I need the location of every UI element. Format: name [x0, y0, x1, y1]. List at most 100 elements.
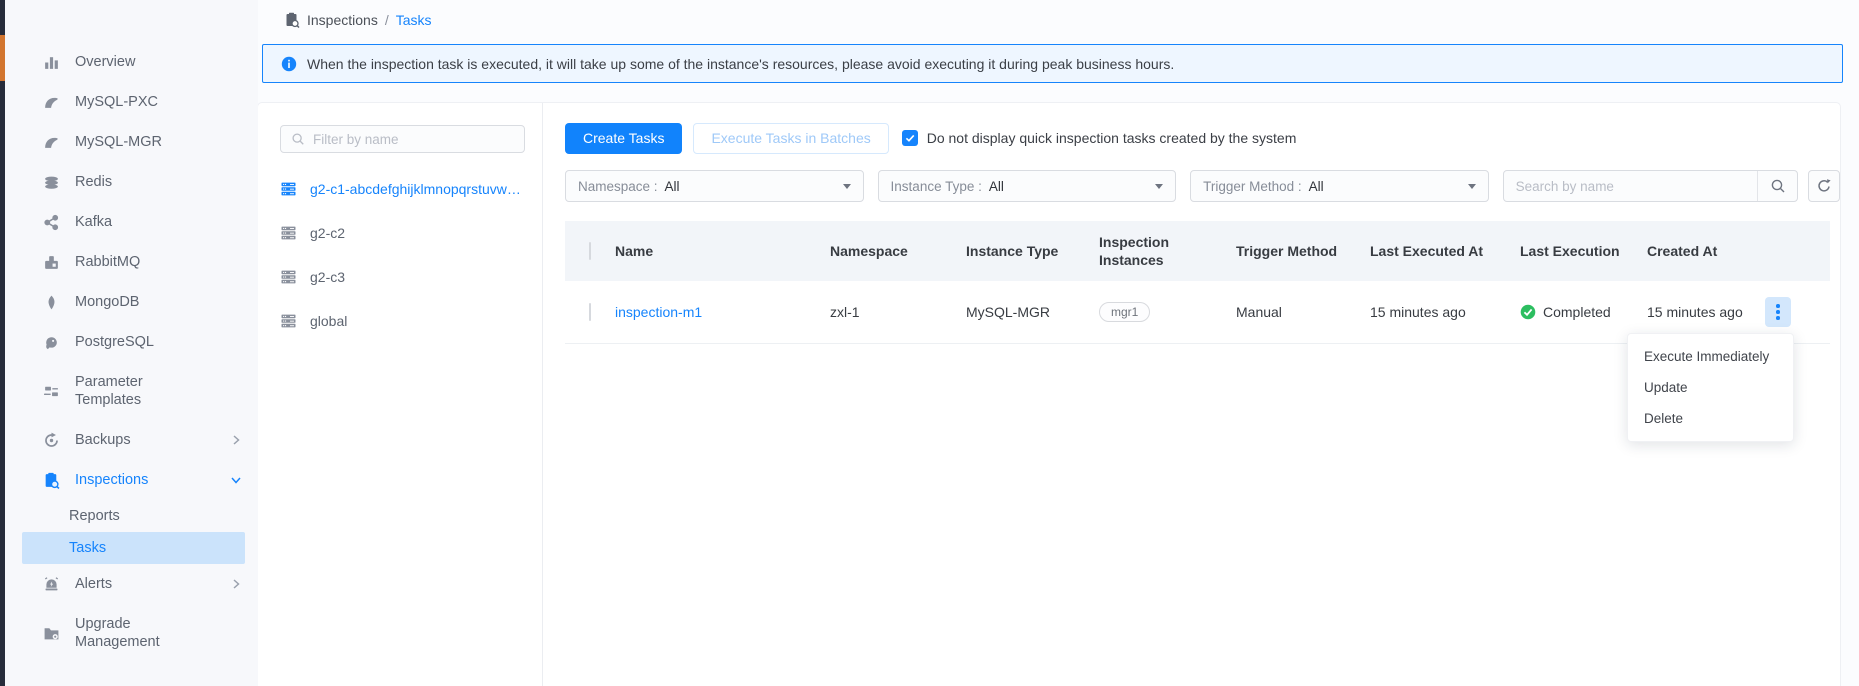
alerts-icon — [43, 576, 60, 593]
cluster-panel: g2-c1-abcdefghijklmnopqrstuvwx... g2-c2 … — [258, 103, 543, 686]
page: Overview MySQL-PXC MySQL-MGR Redis Kafka — [0, 0, 1859, 686]
success-check-icon — [1520, 304, 1536, 320]
hide-quick-tasks-checkbox[interactable]: Do not display quick inspection tasks cr… — [902, 130, 1297, 146]
mongodb-icon — [43, 294, 60, 311]
breadcrumb-section[interactable]: Inspections — [307, 12, 378, 28]
sidebar-item-inspections[interactable]: Inspections — [5, 460, 258, 500]
info-banner: When the inspection task is executed, it… — [262, 44, 1843, 83]
overview-icon — [43, 54, 60, 71]
sidebar-item-kafka[interactable]: Kafka — [5, 202, 258, 242]
cell-trigger-method: Manual — [1236, 304, 1370, 320]
caret-down-icon — [1155, 184, 1163, 189]
execute-tasks-in-batches-button[interactable]: Execute Tasks in Batches — [693, 123, 888, 154]
cell-instance-type: MySQL-MGR — [966, 304, 1099, 320]
inspections-icon — [284, 12, 300, 28]
sidebar-item-redis[interactable]: Redis — [5, 162, 258, 202]
search-by-name-box — [1503, 170, 1799, 202]
table-header: Name Namespace Instance Type Inspection … — [565, 221, 1830, 281]
sidebar-item-rabbitmq[interactable]: RabbitMQ — [5, 242, 258, 282]
chevron-down-icon — [230, 474, 242, 486]
sidebar-item-parameter-templates[interactable]: Parameter Templates — [5, 362, 258, 420]
sidebar-item-overview[interactable]: Overview — [5, 42, 258, 82]
trigger-method-select[interactable]: Trigger Method : All — [1190, 170, 1489, 202]
column-header-instance-type: Instance Type — [966, 242, 1099, 260]
caret-down-icon — [1468, 184, 1476, 189]
sidebar: Overview MySQL-PXC MySQL-MGR Redis Kafka — [5, 0, 258, 686]
sidebar-item-upgrade-management[interactable]: Upgrade Management — [5, 604, 258, 662]
column-header-last-executed-at: Last Executed At — [1370, 242, 1520, 260]
upgrade-management-icon — [43, 625, 60, 642]
create-tasks-button[interactable]: Create Tasks — [565, 123, 682, 154]
row-actions-menu-button[interactable] — [1765, 297, 1791, 327]
redis-icon — [43, 174, 60, 191]
info-banner-text: When the inspection task is executed, it… — [307, 56, 1174, 72]
tasks-table: Name Namespace Instance Type Inspection … — [565, 221, 1830, 344]
mysql-icon — [43, 134, 60, 151]
server-icon — [280, 225, 297, 241]
breadcrumb: Inspections / Tasks — [284, 9, 432, 31]
select-all-checkbox[interactable] — [589, 242, 591, 260]
status-badge: Completed — [1520, 304, 1647, 320]
rail-accent-marker — [0, 35, 5, 81]
cluster-filter — [280, 125, 525, 153]
sidebar-item-postgresql[interactable]: PostgreSQL — [5, 322, 258, 362]
namespace-select[interactable]: Namespace : All — [565, 170, 864, 202]
server-icon — [280, 313, 297, 329]
menu-item-execute-immediately[interactable]: Execute Immediately — [1628, 341, 1793, 372]
sidebar-item-mysql-pxc[interactable]: MySQL-PXC — [5, 82, 258, 122]
menu-item-delete[interactable]: Delete — [1628, 403, 1793, 434]
caret-down-icon — [843, 184, 851, 189]
cluster-item[interactable]: g2-c3 — [280, 255, 522, 299]
filters-row: Namespace : All Instance Type : All Trig… — [565, 170, 1840, 202]
cell-created-at: 15 minutes ago — [1647, 304, 1765, 320]
mysql-icon — [43, 94, 60, 111]
breadcrumb-separator: / — [385, 12, 389, 28]
menu-item-update[interactable]: Update — [1628, 372, 1793, 403]
sidebar-item-mysql-mgr[interactable]: MySQL-MGR — [5, 122, 258, 162]
sidebar-item-alerts[interactable]: Alerts — [5, 564, 258, 604]
server-icon — [280, 181, 297, 197]
checkbox-checked-icon — [902, 130, 918, 146]
cluster-filter-input[interactable] — [313, 132, 514, 147]
instance-badge: mgr1 — [1099, 302, 1150, 322]
instance-type-select[interactable]: Instance Type : All — [878, 170, 1177, 202]
cell-last-executed-at: 15 minutes ago — [1370, 304, 1520, 320]
search-button[interactable] — [1757, 171, 1797, 201]
refresh-button[interactable] — [1808, 170, 1840, 202]
info-icon — [281, 56, 297, 72]
column-header-created-at: Created At — [1647, 242, 1765, 260]
server-icon — [280, 269, 297, 285]
sidebar-item-reports[interactable]: Reports — [22, 500, 245, 532]
task-name-link[interactable]: inspection-m1 — [615, 304, 830, 320]
chevron-right-icon — [230, 434, 242, 446]
kafka-icon — [43, 214, 60, 231]
cell-namespace: zxl-1 — [830, 304, 966, 320]
checkbox-label: Do not display quick inspection tasks cr… — [927, 130, 1297, 146]
backups-icon — [43, 432, 60, 449]
rabbitmq-icon — [43, 254, 60, 271]
search-input[interactable] — [1516, 179, 1758, 194]
chevron-right-icon — [230, 578, 242, 590]
inspections-icon — [43, 472, 60, 489]
postgresql-icon — [43, 334, 60, 351]
cluster-item[interactable]: g2-c1-abcdefghijklmnopqrstuvwx... — [280, 167, 522, 211]
sidebar-item-tasks[interactable]: Tasks — [22, 532, 245, 564]
parameter-templates-icon — [43, 383, 60, 400]
collapsed-rail — [0, 0, 5, 686]
cluster-item[interactable]: global — [280, 299, 522, 343]
sidebar-item-backups[interactable]: Backups — [5, 420, 258, 460]
cluster-item[interactable]: g2-c2 — [280, 211, 522, 255]
column-header-last-execution: Last Execution — [1520, 242, 1647, 260]
column-header-namespace: Namespace — [830, 242, 966, 260]
row-actions-menu: Execute Immediately Update Delete — [1627, 333, 1794, 442]
breadcrumb-current[interactable]: Tasks — [396, 12, 432, 28]
content-card: g2-c1-abcdefghijklmnopqrstuvwx... g2-c2 … — [258, 103, 1840, 686]
sidebar-item-mongodb[interactable]: MongoDB — [5, 282, 258, 322]
column-header-inspection-instances: Inspection Instances — [1099, 233, 1236, 269]
column-header-name: Name — [615, 242, 830, 260]
cluster-list: g2-c1-abcdefghijklmnopqrstuvwx... g2-c2 … — [280, 167, 522, 343]
row-checkbox[interactable] — [589, 303, 591, 321]
search-icon — [291, 132, 305, 146]
toolbar: Create Tasks Execute Tasks in Batches Do… — [565, 122, 1840, 154]
column-header-trigger-method: Trigger Method — [1236, 242, 1370, 260]
